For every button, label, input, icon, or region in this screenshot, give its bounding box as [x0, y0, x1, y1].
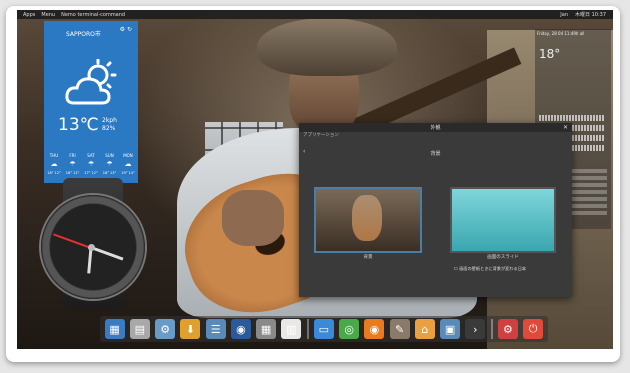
- forecast-day: FRI ☂ 16° 11°: [66, 153, 80, 175]
- option2-caption: 画面のスライド: [487, 255, 519, 260]
- wallpaper-hand: [222, 190, 284, 246]
- panel-apps-menu[interactable]: Apps: [23, 12, 35, 18]
- weather-details: 2kph 82%: [102, 117, 117, 133]
- files-icon[interactable]: ▤: [129, 319, 150, 339]
- panel-clock[interactable]: 木曜日 10:37: [575, 11, 606, 18]
- forecast-range: 18° 13°: [102, 171, 117, 175]
- forecast-day-label: FRI: [69, 153, 76, 158]
- monitor-bar: [539, 115, 605, 121]
- weather-wind: 2kph: [102, 117, 117, 124]
- option1-caption: 背景: [363, 255, 373, 260]
- rain-icon: ☂: [69, 160, 76, 168]
- dock-separator: [306, 319, 309, 339]
- calendar-icon[interactable]: ▥: [281, 319, 302, 339]
- calculator-icon[interactable]: ▦: [256, 319, 277, 339]
- dialog-app-title: アプリケーション: [303, 133, 339, 138]
- appearance-dialog: 外観 ✕ アプリケーション ‹ 背景 背景 画面のスライド ☐ 画面の壁紙ときに…: [299, 123, 572, 297]
- settings-icon[interactable]: ⚙: [155, 319, 176, 339]
- panel-language[interactable]: Jan: [560, 12, 568, 18]
- weather-controls[interactable]: ⚙ ↻: [120, 26, 132, 33]
- apps-icon[interactable]: ▦: [104, 319, 125, 339]
- document-icon[interactable]: ▭: [313, 319, 334, 339]
- monitor-temp: 18°: [539, 47, 561, 61]
- power-icon[interactable]: ⏻: [523, 319, 544, 339]
- background-option-wallpaper[interactable]: [314, 187, 422, 253]
- weather-widget: SAPPORO市 ⚙ ↻ 13℃ 2kph 82% THU ☁ 18° 12° FR…: [44, 21, 138, 183]
- forecast-range: 17° 12°: [84, 171, 98, 175]
- monitor-header: Friday, 28 04 11:49h all: [537, 31, 585, 36]
- download-icon[interactable]: ⬇: [180, 319, 201, 339]
- partly-sunny-icon: [65, 59, 117, 105]
- system-settings-icon[interactable]: ⚙: [497, 319, 518, 339]
- chrome-icon[interactable]: ◎: [339, 319, 360, 339]
- top-panel: Apps Menu Nemo terminal-command Jan 木曜日 …: [17, 10, 613, 19]
- slideshow-checkbox[interactable]: ☐ 画面の壁紙ときに背景が変わる日本: [454, 266, 526, 272]
- weather-temperature: 13℃: [58, 115, 99, 135]
- clock-hour-hand: [90, 246, 124, 261]
- dock: ▦ ▤ ⚙ ⬇ ☰ ◉ ▦ ▥ ▭ ◎ ◉ ✎ ⌂ ▣ › ⚙ ⏻: [100, 316, 548, 342]
- clock-center: [88, 244, 95, 251]
- console-icon[interactable]: ›: [465, 319, 486, 339]
- gimp-icon[interactable]: ✎: [389, 319, 410, 339]
- forecast-day-label: SAT: [87, 153, 95, 158]
- dialog-titlebar[interactable]: 外観 ✕: [299, 123, 572, 132]
- home-icon[interactable]: ⌂: [414, 319, 435, 339]
- panel-menu[interactable]: Menu: [41, 12, 55, 18]
- weather-humidity: 82%: [102, 125, 116, 132]
- forecast-day: SAT ☂ 17° 12°: [84, 153, 98, 175]
- cloud-icon: ☁: [124, 160, 132, 168]
- wallpaper-hat: [257, 18, 397, 76]
- cloud-icon: ☁: [50, 160, 58, 168]
- desktop: Apps Menu Nemo terminal-command Jan 木曜日 …: [17, 10, 613, 349]
- weather-city: SAPPORO市: [66, 31, 101, 38]
- forecast-range: 16° 11°: [65, 171, 80, 175]
- forecast-day-label: SUN: [105, 153, 114, 158]
- dialog-title: 外観: [430, 125, 441, 131]
- panel-active-window[interactable]: Nemo terminal-command: [61, 12, 125, 18]
- forecast-day: MON ☁ 19° 14°: [121, 153, 135, 175]
- dock-separator: [490, 319, 493, 339]
- firefox-icon[interactable]: ◉: [364, 319, 385, 339]
- monitor-icon[interactable]: ▣: [440, 319, 461, 339]
- rain-icon: ☂: [106, 160, 113, 168]
- clock-second-hand: [53, 233, 92, 249]
- forecast-day-label: MON: [123, 153, 133, 158]
- tweak-icon[interactable]: ☰: [205, 319, 226, 339]
- terminal-blue-icon[interactable]: ◉: [230, 319, 251, 339]
- forecast-range: 19° 14°: [121, 171, 135, 175]
- weather-forecast: THU ☁ 18° 12° FRI ☂ 16° 11° SAT ☂ 17° 12° SUN ☂…: [47, 153, 135, 175]
- forecast-range: 18° 12°: [47, 171, 61, 175]
- forecast-day-label: THU: [49, 153, 59, 158]
- forecast-day: SUN ☂ 18° 13°: [103, 153, 117, 175]
- analog-clock-widget: [41, 195, 145, 299]
- dialog-section-title: 背景: [430, 151, 441, 157]
- rain-icon: ☂: [87, 160, 95, 168]
- background-option-slideshow[interactable]: [450, 187, 556, 253]
- forecast-day: THU ☁ 18° 12°: [47, 153, 61, 175]
- close-icon[interactable]: ✕: [563, 124, 568, 131]
- clock-minute-hand: [87, 247, 93, 274]
